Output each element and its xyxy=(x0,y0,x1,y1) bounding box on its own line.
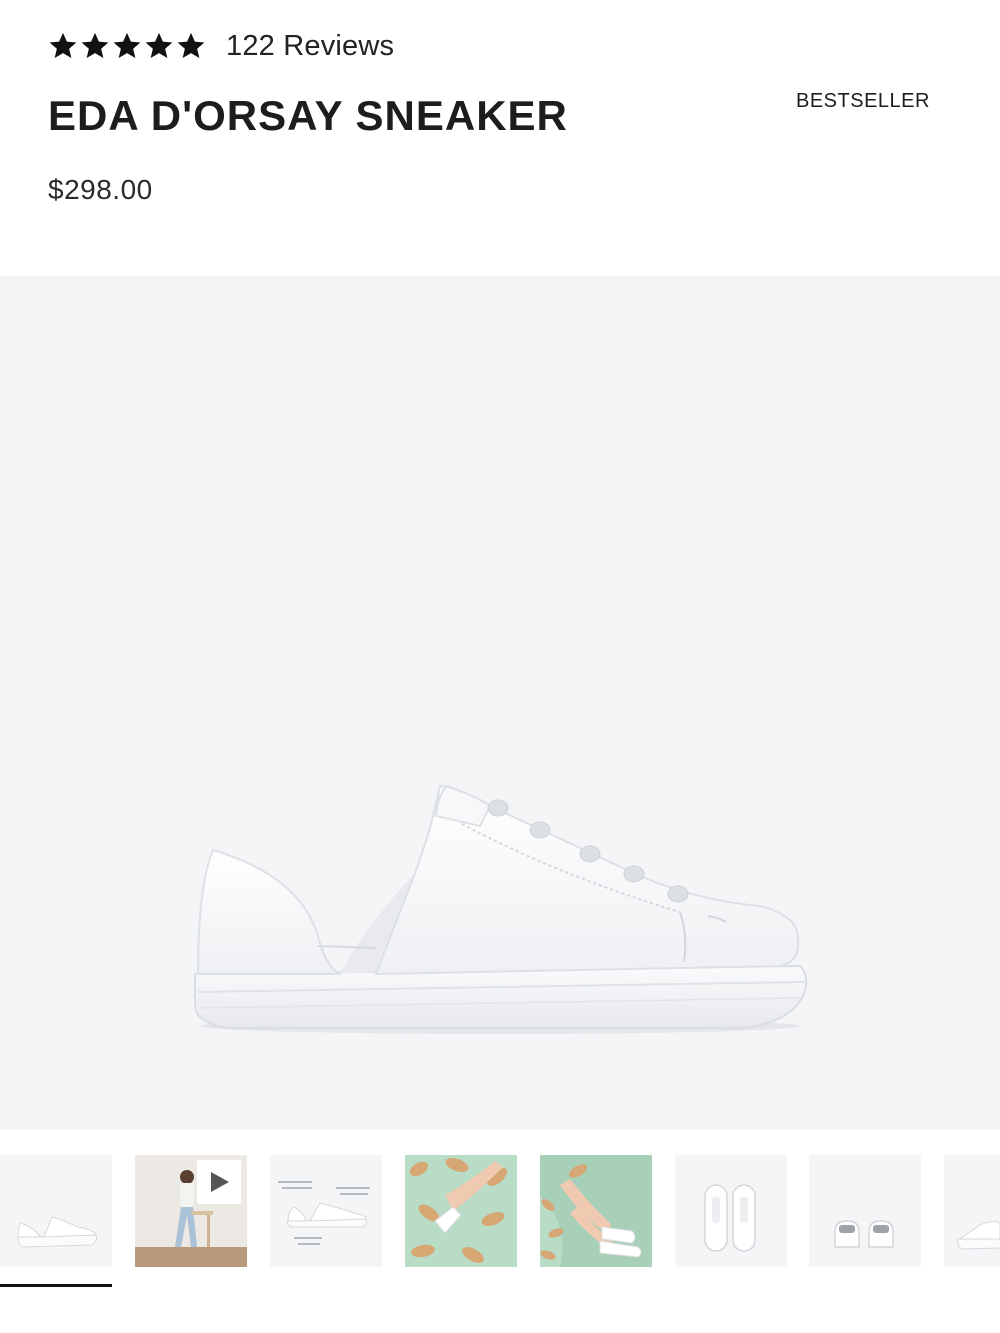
thumbnail-lifestyle-sitting[interactable] xyxy=(540,1155,652,1267)
thumbnail-model-video[interactable] xyxy=(135,1155,247,1267)
thumbnail-lifestyle-lying[interactable] xyxy=(405,1155,517,1267)
thumbnail-top-view[interactable] xyxy=(675,1155,787,1267)
selected-thumbnail-indicator xyxy=(0,1284,112,1287)
star-icon xyxy=(113,32,141,58)
reviews-link[interactable]: 122 Reviews xyxy=(226,30,394,63)
bestseller-badge: BESTSELLER xyxy=(796,90,930,112)
play-button[interactable] xyxy=(197,1160,241,1204)
rating-row[interactable]: 122 Reviews xyxy=(48,28,394,64)
star-icon xyxy=(145,32,173,58)
thumbnail-side-view-alt[interactable] xyxy=(944,1155,1000,1267)
sneaker-illustration xyxy=(194,784,808,1034)
star-icon xyxy=(177,32,205,58)
star-icon xyxy=(81,32,109,58)
star-icon xyxy=(49,32,77,58)
thumbnail-back-view[interactable] xyxy=(809,1155,921,1267)
thumbnail-side-view[interactable] xyxy=(0,1155,112,1267)
thumbnail-feature-diagram[interactable] xyxy=(270,1155,382,1267)
product-main-image[interactable] xyxy=(0,276,1000,1130)
play-icon xyxy=(211,1172,229,1192)
thumbnail-strip[interactable] xyxy=(0,1155,1000,1267)
product-price: $298.00 xyxy=(48,174,153,205)
star-rating xyxy=(48,31,206,61)
product-title: EDA D'ORSAY SNEAKER xyxy=(48,92,568,139)
